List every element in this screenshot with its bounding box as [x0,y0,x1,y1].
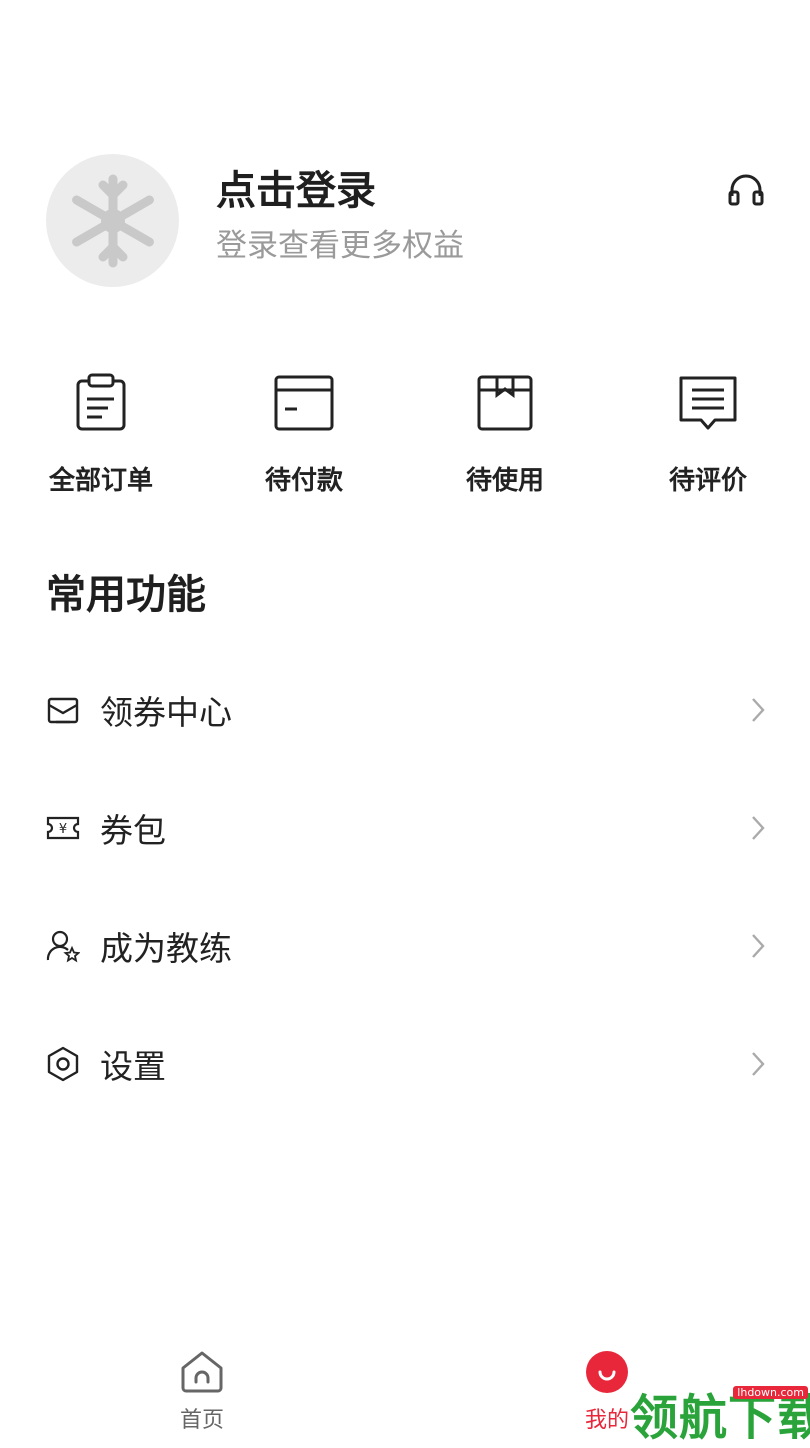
order-pending-payment[interactable]: 待付款 [219,370,389,497]
home-icon [181,1351,223,1393]
ticket-icon: ¥ [46,816,80,840]
login-subtitle: 登录查看更多权益 [216,228,464,264]
feature-label: 成为教练 [100,929,232,968]
smile-icon [586,1351,628,1393]
chevron-right-icon [752,698,765,722]
coach-icon [46,930,80,963]
card-icon [274,375,334,431]
feature-settings[interactable]: 设置 [0,1014,810,1114]
clipboard-icon [76,373,126,431]
support-button[interactable] [724,168,768,212]
box-icon [477,375,533,431]
order-all[interactable]: 全部订单 [16,370,186,497]
headset-icon [728,174,764,206]
order-pending-use[interactable]: 待使用 [420,370,590,497]
section-title: 常用功能 [46,572,206,618]
chevron-right-icon [752,1052,765,1076]
chevron-right-icon [752,816,765,840]
feature-label: 券包 [100,811,166,850]
login-title[interactable]: 点击登录 [216,158,376,216]
settings-icon [47,1046,79,1082]
feature-become-coach[interactable]: 成为教练 [0,896,810,996]
watermark-url: lhdown.com [733,1386,808,1399]
svg-text:¥: ¥ [59,822,67,837]
feature-coupon-center[interactable]: 领券中心 [0,660,810,760]
order-label: 待使用 [465,466,544,496]
coupon-center-icon [47,697,79,724]
tab-home-label: 首页 [179,1408,224,1433]
order-label: 全部订单 [48,466,153,496]
avatar[interactable] [46,154,179,287]
feature-label: 设置 [100,1047,166,1086]
order-label: 待评价 [668,466,747,496]
watermark-logo: 领航下载 lhdown.com [630,1378,810,1446]
chevron-right-icon [752,934,765,958]
feature-ticket-wallet[interactable]: ¥ 券包 [0,778,810,878]
feature-label: 领券中心 [100,693,232,732]
tab-home[interactable]: 首页 [142,1350,262,1434]
order-pending-review[interactable]: 待评价 [623,370,793,497]
snowflake-icon [71,174,154,267]
order-label: 待付款 [264,466,343,496]
comment-icon [679,376,737,430]
